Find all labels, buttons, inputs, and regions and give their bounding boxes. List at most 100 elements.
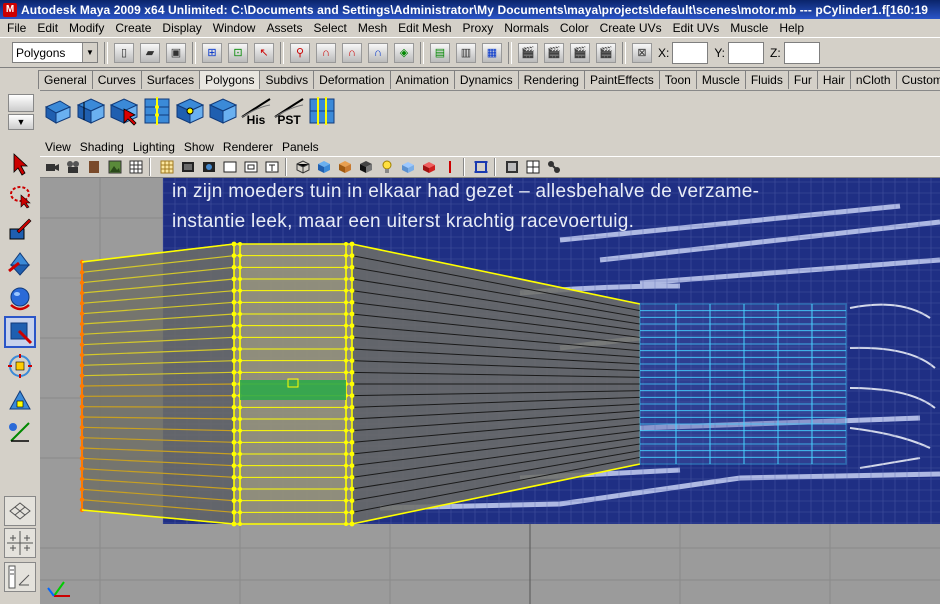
all-lights-icon[interactable] <box>399 158 417 176</box>
menu-create-uvs[interactable]: Create UVs <box>593 21 666 35</box>
shelf-tab-fur[interactable]: Fur <box>787 70 818 89</box>
menu-edit[interactable]: Edit <box>30 21 62 35</box>
camera-attributes-icon[interactable] <box>64 158 82 176</box>
menu-help[interactable]: Help <box>772 21 808 35</box>
chevron-down-icon[interactable]: ▼ <box>82 43 97 62</box>
x-input[interactable] <box>672 41 709 64</box>
move-tool-icon[interactable] <box>4 248 36 280</box>
save-scene-icon[interactable]: ▣ <box>166 42 186 63</box>
menu-select[interactable]: Select <box>306 21 350 35</box>
history-icon[interactable]: ▥ <box>456 42 476 63</box>
textured-shade-icon[interactable] <box>336 158 354 176</box>
input-output-icon[interactable]: ▤ <box>430 42 450 63</box>
menu-file[interactable]: File <box>0 21 30 35</box>
frame-selected-icon[interactable] <box>472 158 490 176</box>
image-plane-icon[interactable] <box>106 158 124 176</box>
text-overlay-icon[interactable] <box>263 158 281 176</box>
default-light-icon[interactable] <box>378 158 396 176</box>
hud-toggle-icon[interactable] <box>524 158 542 176</box>
soft-modification-icon[interactable] <box>4 384 36 416</box>
menu-modify[interactable]: Modify <box>62 21 108 35</box>
menu-window[interactable]: Window <box>206 21 260 35</box>
shelf-tab-subdivs[interactable]: Subdivs <box>259 70 315 89</box>
playblast-icon[interactable] <box>545 158 563 176</box>
panel-menu-panels[interactable]: Panels <box>277 140 323 154</box>
shelf-tab-muscle[interactable]: Muscle <box>695 70 746 89</box>
post-history-button[interactable]: PST <box>273 95 305 127</box>
shelf-tab-surfaces[interactable]: Surfaces <box>140 70 201 89</box>
extrude-icon[interactable] <box>42 95 74 127</box>
viewport-canvas[interactable] <box>40 178 940 604</box>
safe-action-icon[interactable] <box>200 158 218 176</box>
panel-menu-renderer[interactable]: Renderer <box>218 140 277 154</box>
shelf-tab-general[interactable]: General <box>38 70 93 89</box>
shelf-tab-animation[interactable]: Animation <box>389 70 455 89</box>
single-pane-layout-button[interactable] <box>4 496 36 526</box>
bookmarks-icon[interactable] <box>85 158 103 176</box>
menu-set-dropdown[interactable]: Polygons ▼ <box>12 42 98 63</box>
field-chart-icon[interactable] <box>242 158 260 176</box>
y-input[interactable] <box>728 41 765 64</box>
menu-assets[interactable]: Assets <box>259 21 306 35</box>
panel-menu-show[interactable]: Show <box>179 140 218 154</box>
shelf-tab-curves[interactable]: Curves <box>91 70 142 89</box>
outliner-layout-button[interactable] <box>4 562 36 592</box>
menu-display[interactable]: Display <box>155 21 205 35</box>
smooth-shade-icon[interactable] <box>315 158 333 176</box>
render-frame-icon[interactable]: 🎬 <box>544 42 564 63</box>
menu-color[interactable]: Color <box>553 21 593 35</box>
menu-muscle[interactable]: Muscle <box>723 21 772 35</box>
shelf-tab-hair[interactable]: Hair <box>816 70 851 89</box>
select-tool-icon[interactable] <box>4 148 36 180</box>
shelf-tab-deformation[interactable]: Deformation <box>313 70 391 89</box>
panel-menu-view[interactable]: View <box>40 140 75 154</box>
x-ray-icon[interactable] <box>503 158 521 176</box>
paint-select-tool-icon[interactable] <box>4 214 36 246</box>
menu-edit-mesh[interactable]: Edit Mesh <box>391 21 455 35</box>
split-polygon-icon[interactable] <box>75 95 107 127</box>
shelf-menu-button[interactable]: ▼ <box>8 114 34 130</box>
menu-normals[interactable]: Normals <box>497 21 553 35</box>
new-scene-icon[interactable]: ▯ <box>114 42 134 63</box>
maya-app-icon[interactable]: M <box>3 2 17 17</box>
menu-edit-uvs[interactable]: Edit UVs <box>666 21 724 35</box>
numeric-input-icon[interactable]: ⊠ <box>632 42 652 63</box>
snap-view-plane-icon[interactable]: ∩ <box>368 42 388 63</box>
shadows-icon[interactable] <box>441 158 459 176</box>
rotate-tool-icon[interactable] <box>4 282 36 314</box>
scale-tool-icon[interactable] <box>4 316 36 348</box>
lasso-tool-icon[interactable] <box>4 180 36 212</box>
shelf-tab-toggle-button[interactable] <box>8 94 34 112</box>
shelf-tab-rendering[interactable]: Rendering <box>517 70 585 89</box>
menu-proxy[interactable]: Proxy <box>456 21 498 35</box>
insert-edge-loop-icon[interactable] <box>141 95 173 127</box>
shelf-tab-polygons[interactable]: Polygons <box>199 70 261 89</box>
shelf-tab-toon[interactable]: Toon <box>658 70 697 89</box>
attribute-editor-icon[interactable]: ▦ <box>482 42 502 63</box>
isolate-select-icon[interactable] <box>420 158 438 176</box>
snap-point-icon[interactable]: ∩ <box>342 42 362 63</box>
cut-faces-icon[interactable] <box>108 95 140 127</box>
delete-history-button[interactable]: His <box>240 95 272 127</box>
select-by-hierarchy-icon[interactable]: ⊞ <box>202 42 222 63</box>
shelf-tab-custom[interactable]: Custom <box>895 70 940 89</box>
select-by-component-icon[interactable]: ↖ <box>254 42 274 63</box>
checker-shade-icon[interactable] <box>357 158 375 176</box>
snap-grid-icon[interactable]: ⚲ <box>290 42 310 63</box>
universal-manipulator-icon[interactable] <box>4 350 36 382</box>
panel-menu-lighting[interactable]: Lighting <box>128 140 179 154</box>
merge-vertices-icon[interactable] <box>174 95 206 127</box>
make-live-icon[interactable]: ◈ <box>394 42 414 63</box>
open-scene-icon[interactable]: ▰ <box>140 42 160 63</box>
film-gate-icon[interactable] <box>221 158 239 176</box>
z-input[interactable] <box>783 41 820 64</box>
camera-select-icon[interactable] <box>43 158 61 176</box>
shelf-tab-dynamics[interactable]: Dynamics <box>453 70 519 89</box>
resolution-gate-icon[interactable] <box>179 158 197 176</box>
render-settings-icon[interactable]: 🎬 <box>596 42 616 63</box>
four-pane-layout-button[interactable] <box>4 528 36 558</box>
title-bar[interactable]: M Autodesk Maya 2009 x64 Unlimited: C:\D… <box>0 0 940 19</box>
snap-curve-icon[interactable]: ∩ <box>316 42 336 63</box>
grid-toggle-icon[interactable] <box>127 158 145 176</box>
wireframe-mode-icon[interactable] <box>294 158 312 176</box>
